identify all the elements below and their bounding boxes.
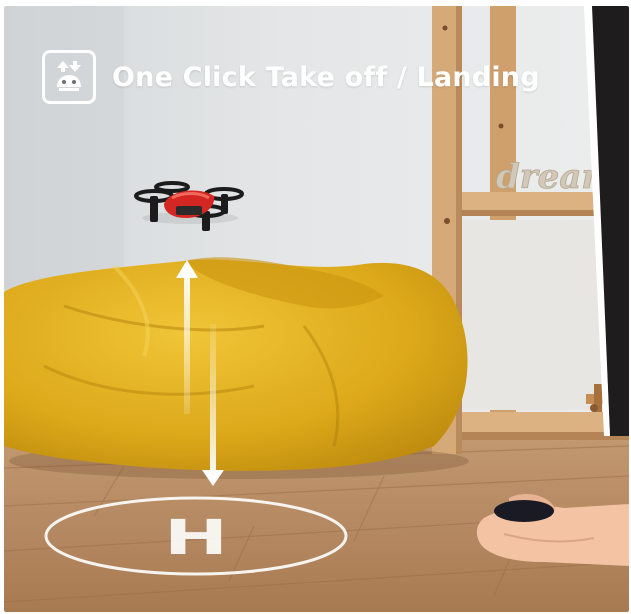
helipad-letter: H <box>164 511 228 566</box>
feature-title: One Click Take off / Landing <box>112 61 540 93</box>
takeoff-landing-icon <box>42 50 96 104</box>
feature-banner: One Click Take off / Landing <box>42 46 540 108</box>
product-image-frame: dream H One Click Take off / Landing <box>4 6 629 612</box>
yellow-beanbag <box>4 257 469 479</box>
